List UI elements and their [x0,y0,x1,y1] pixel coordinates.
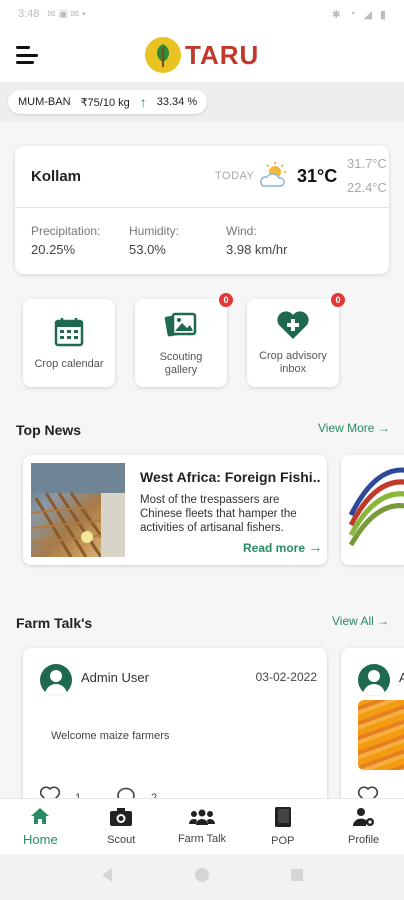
menu-icon[interactable] [16,46,38,64]
arrow-right-icon: → [377,421,390,435]
tile-scouting-gallery[interactable]: 0 Scouting gallery [135,293,233,387]
farm-talk-card-next[interactable]: A [341,648,404,818]
app-header: TARU [0,28,404,82]
home-circle-icon[interactable] [194,867,210,888]
nav-label: Farm Talk [177,833,227,845]
price-ticker[interactable]: MUM-BAN ₹75/10 kg ↑ 33.34 % [8,90,208,114]
humidity-value: 53.0% [129,242,166,257]
nav-label: Home [23,831,58,847]
battery-icon: ▮ [379,8,386,21]
news-image [31,463,125,557]
nav-profile[interactable]: Profile [323,799,404,854]
weather-humidity: Humidity: 53.0% [129,224,179,257]
tile-label: Scouting gallery [159,351,203,376]
farm-talk-title: Farm Talk's [16,615,93,631]
calendar-icon [53,316,85,352]
camera-icon [109,807,133,830]
arrow-right-icon: → [377,614,390,628]
price-ticker-bar: MUM-BAN ₹75/10 kg ↑ 33.34 % [0,82,404,122]
nav-farm-talk[interactable]: Farm Talk [162,799,243,854]
nav-home[interactable]: Home [0,799,81,854]
avatar [358,664,390,696]
weather-today-label: TODAY [215,170,255,182]
news-card-next[interactable] [341,455,404,565]
tile-crop-calendar[interactable]: Crop calendar [23,299,115,387]
tile-crop-advisory-inbox[interactable]: 0 Crop advisory inbox [247,293,345,387]
system-nav-bar [0,854,404,900]
wind-label: Wind: [226,224,257,238]
profile-gear-icon [352,807,376,830]
tile-label: Crop calendar [34,357,104,370]
gallery-icon [164,309,198,345]
top-news-title: Top News [16,422,82,438]
wind-value: 3.98 km/hr [226,242,288,257]
weather-temp: 31°C [297,166,338,186]
view-all-link[interactable]: View All → [332,614,389,628]
leaf-icon [145,37,181,73]
view-more-label: View More [318,421,375,435]
ticker-change: 33.34 % [156,96,198,108]
group-icon [188,808,215,829]
notification-badge: 0 [331,293,345,307]
system-icons: ✱ ◔ ◢ ▮ [332,8,386,21]
back-icon[interactable] [100,867,114,888]
home-icon [30,807,50,828]
arrow-up-icon: ↑ [139,94,147,110]
nav-pop[interactable]: POP [242,799,323,854]
news-image [348,467,404,547]
nav-label: POP [271,835,295,847]
weather-precipitation: Precipitation: 20.25% [31,224,100,257]
book-icon [274,806,292,831]
weather-wind: Wind: 3.98 km/hr [226,224,287,257]
weather-low: 22.4°C [347,180,387,195]
weather-city: Kollam [31,168,82,185]
view-all-label: View All [332,614,374,628]
weather-high: 31.7°C [347,156,387,171]
post-message: Welcome maize farmers [51,730,170,742]
notification-icons: ✉ ▣ ✉ • [47,8,86,20]
precipitation-label: Precipitation: [31,224,101,238]
brand-logo: TARU [145,37,259,73]
bottom-navigation: Home Scout Farm Talk POP Profile [0,798,404,854]
post-image [358,700,404,770]
post-author-initial: A [399,670,404,685]
humidity-label: Humidity: [129,224,180,238]
ticker-price: ₹75/10 kg [80,96,130,109]
brand-name: TARU [185,39,260,70]
status-bar: 3:48 ✉ ▣ ✉ • ✱ ◔ ◢ ▮ [0,0,404,28]
news-snippet: Most of the trespassers are Chinese flee… [140,494,297,534]
status-time: 3:48 [18,8,40,20]
farm-talk-card[interactable]: Admin User 03-02-2022 Welcome maize farm… [23,648,327,818]
notification-badge: 0 [219,293,233,307]
heart-plus-icon [276,310,310,344]
arrow-right-icon: → [308,539,323,555]
nav-label: Scout [107,834,136,846]
nav-label: Profile [347,834,380,846]
read-more-label: Read more [243,541,306,555]
view-more-link[interactable]: View More → [318,421,390,435]
read-more-link[interactable]: Read more → [243,539,322,555]
news-title: West Africa: Foreign Fishi... [140,469,320,485]
tile-label: Crop advisory inbox [259,350,327,375]
weather-card[interactable]: Kollam TODAY 31°C 31.7°C 22.4°C Precipit… [15,146,389,274]
post-date: 03-02-2022 [255,670,317,684]
signal-icon: ◢ [363,8,372,21]
ticker-market: MUM-BAN [18,96,71,108]
recents-icon[interactable] [290,868,304,887]
wifi-icon: ◔ [348,8,356,20]
nav-scout[interactable]: Scout [81,799,162,854]
sun-cloud-icon [259,162,289,195]
news-card[interactable]: West Africa: Foreign Fishi... Most of th… [23,455,327,565]
precipitation-value: 20.25% [31,242,76,257]
avatar [40,664,72,696]
post-author: Admin User [81,670,149,685]
bluetooth-icon: ✱ [331,8,341,21]
